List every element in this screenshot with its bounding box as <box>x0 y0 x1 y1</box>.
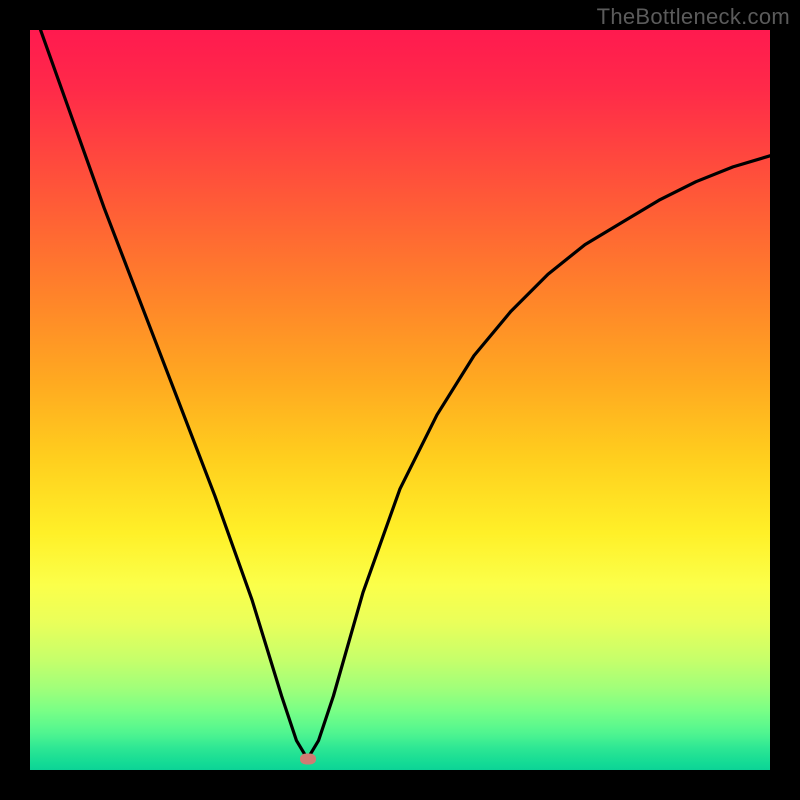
minimum-marker <box>300 753 316 764</box>
bottleneck-curve <box>30 30 770 759</box>
plot-area <box>30 30 770 770</box>
curve-layer <box>30 30 770 770</box>
chart-stage: TheBottleneck.com <box>0 0 800 800</box>
watermark-text: TheBottleneck.com <box>597 4 790 30</box>
